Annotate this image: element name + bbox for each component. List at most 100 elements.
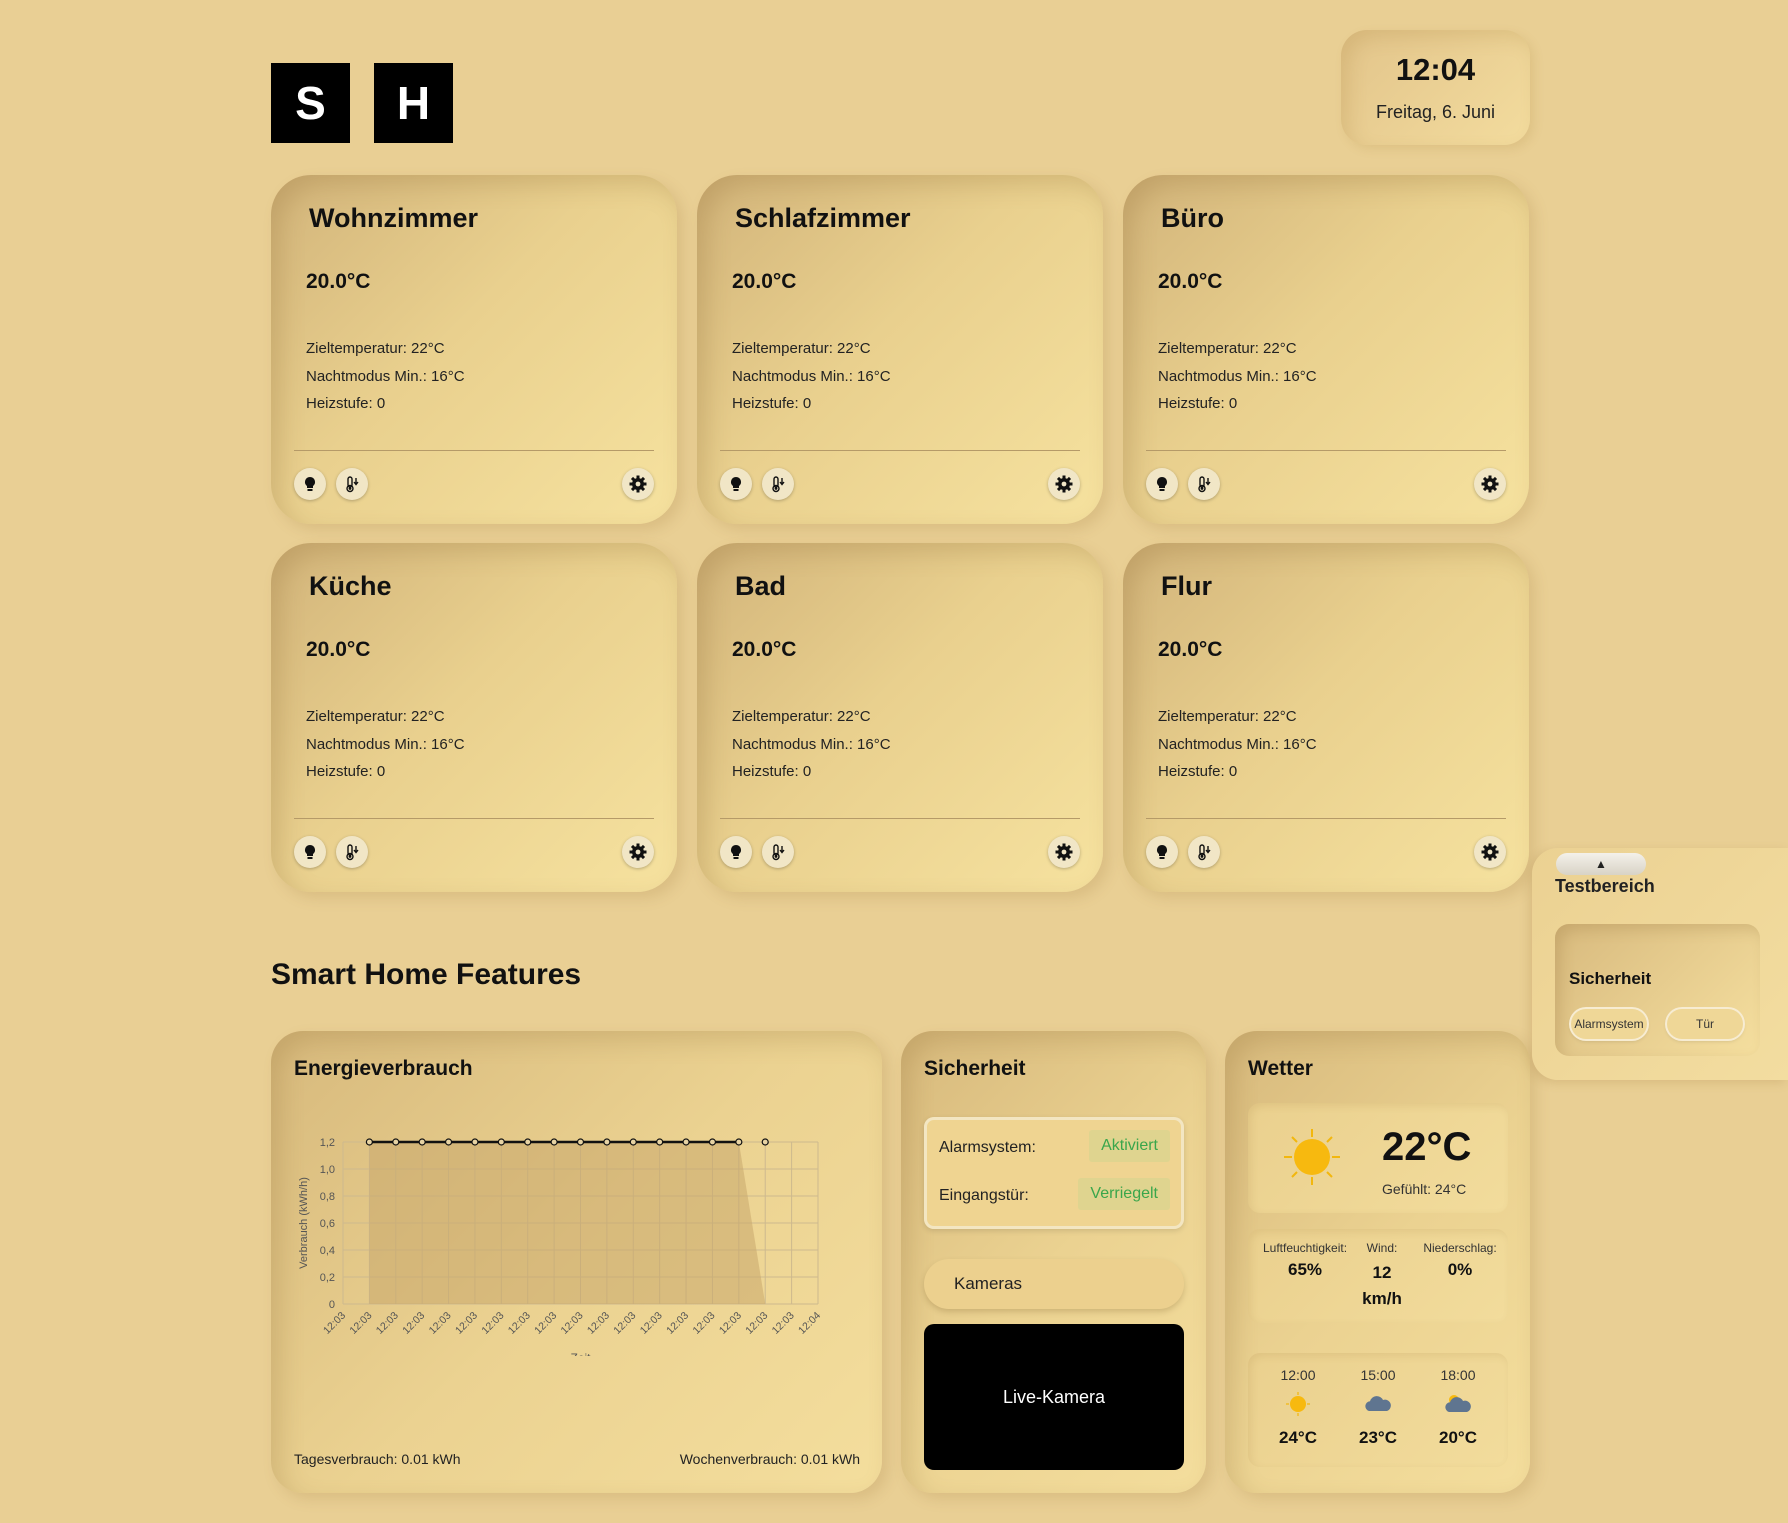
night-mode-button[interactable] — [1188, 468, 1220, 500]
y-tick-label: 0 — [329, 1299, 335, 1311]
room-night-min: Nachtmodus Min.: 16°C — [732, 735, 891, 753]
logo-h: H — [374, 63, 453, 143]
forecast-temp: 20°C — [1439, 1428, 1477, 1447]
room-settings-button[interactable] — [1474, 468, 1506, 500]
rain-block: Niederschlag: 0% — [1410, 1241, 1510, 1280]
security-title: Sicherheit — [924, 1057, 1026, 1080]
light-toggle-button[interactable] — [1146, 836, 1178, 868]
x-tick-label: 12:04 — [796, 1310, 823, 1337]
data-point — [576, 1138, 585, 1146]
x-tick-label: 12:03 — [664, 1310, 691, 1337]
humidity-label: Luftfeuchtigkeit: — [1262, 1241, 1348, 1255]
room-card-3: Büro 20.0°C Zieltemperatur: 22°C Nachtmo… — [1123, 175, 1529, 524]
room-info: Zieltemperatur: 22°C Nachtmodus Min.: 16… — [306, 335, 465, 418]
room-card-2: Schlafzimmer 20.0°C Zieltemperatur: 22°C… — [697, 175, 1103, 524]
security-status-box: Alarmsystem: Aktiviert Eingangstür: Verr… — [924, 1117, 1184, 1229]
test-panel-toggle[interactable]: ▲ — [1556, 853, 1646, 875]
weather-card: Wetter 22°C Gefühlt: 24°C Luftfeuchtigke… — [1225, 1031, 1530, 1493]
room-target-temp: Zieltemperatur: 22°C — [732, 340, 871, 357]
forecast-temp: 23°C — [1359, 1428, 1397, 1447]
rain-value: 0% — [1447, 1260, 1473, 1279]
light-toggle-button[interactable] — [720, 836, 752, 868]
room-divider — [720, 818, 1080, 819]
y-tick-label: 1,2 — [320, 1137, 335, 1149]
forecast-time: 15:00 — [1360, 1367, 1396, 1383]
room-card-6: Flur 20.0°C Zieltemperatur: 22°C Nachtmo… — [1123, 543, 1529, 892]
data-point — [550, 1138, 558, 1146]
light-toggle-button[interactable] — [1146, 468, 1178, 500]
cameras-button[interactable]: Kameras — [924, 1259, 1184, 1309]
x-tick-label: 12:03 — [374, 1310, 401, 1337]
room-heat-level: Heizstufe: 0 — [306, 763, 386, 780]
room-current-temp: 20.0°C — [306, 270, 371, 293]
room-night-min: Nachtmodus Min.: 16°C — [306, 735, 465, 753]
night-mode-button[interactable] — [336, 468, 368, 500]
wind-block: Wind: 12 km/h — [1356, 1241, 1408, 1312]
room-target-temp: Zieltemperatur: 22°C — [1158, 708, 1297, 725]
room-night-min: Nachtmodus Min.: 16°C — [732, 367, 891, 385]
weather-current: 22°C Gefühlt: 24°C — [1248, 1103, 1508, 1213]
gear-icon — [1481, 843, 1499, 861]
x-tick-label: 12:03 — [770, 1310, 797, 1337]
room-divider — [1146, 818, 1506, 819]
energy-chart: 00,20,40,60,81,01,212:03 12:03 12:03 12:03 1… — [298, 1137, 823, 1356]
room-divider — [1146, 450, 1506, 451]
light-toggle-button[interactable] — [294, 836, 326, 868]
forecast-time: 12:00 — [1280, 1367, 1316, 1383]
thermometer-down-icon — [346, 844, 359, 861]
bulb-icon — [305, 477, 315, 491]
x-tick-label: 12:03 — [453, 1310, 480, 1337]
night-mode-button[interactable] — [762, 836, 794, 868]
weather-forecast: 12:00 24°C 15:00 23°C 18:00 20°C — [1248, 1353, 1508, 1467]
room-current-temp: 20.0°C — [732, 638, 797, 661]
night-mode-button[interactable] — [336, 836, 368, 868]
room-settings-button[interactable] — [622, 836, 654, 868]
x-tick-label: 12:03 — [611, 1310, 638, 1337]
room-divider — [294, 450, 654, 451]
cloud-icon — [1365, 1396, 1391, 1411]
live-camera-view[interactable]: Live-Kamera — [924, 1324, 1184, 1470]
room-settings-button[interactable] — [622, 468, 654, 500]
room-name: Flur — [1161, 571, 1212, 601]
light-toggle-button[interactable] — [294, 468, 326, 500]
x-tick-label: 12:03 — [532, 1310, 559, 1337]
x-tick-label: 12:03 — [743, 1310, 770, 1337]
x-tick-label: 12:03 — [479, 1310, 506, 1337]
room-settings-button[interactable] — [1048, 468, 1080, 500]
test-security-title: Sicherheit — [1569, 969, 1652, 988]
wind-label: Wind: — [1366, 1241, 1398, 1255]
logo-s: S — [271, 63, 350, 143]
humidity-value: 65% — [1287, 1260, 1323, 1279]
thermometer-down-icon — [772, 476, 785, 493]
room-name: Küche — [309, 571, 392, 601]
night-mode-button[interactable] — [762, 468, 794, 500]
x-axis-label: Zeit — [570, 1351, 591, 1356]
data-point — [497, 1138, 505, 1146]
night-mode-button[interactable] — [1188, 836, 1220, 868]
weather-feels: Gefühlt: 24°C — [1382, 1181, 1467, 1197]
light-toggle-button[interactable] — [720, 468, 752, 500]
wind-value: 12 km/h — [1362, 1263, 1402, 1308]
clock-date: Freitag, 6. Juni — [1375, 102, 1496, 122]
clock-widget: 12:04 Freitag, 6. Juni — [1341, 30, 1530, 145]
door-status-badge: Verriegelt — [1078, 1178, 1170, 1210]
data-point — [656, 1138, 664, 1146]
bulb-icon — [731, 845, 741, 859]
room-current-temp: 20.0°C — [306, 638, 371, 661]
room-current-temp: 20.0°C — [1158, 270, 1223, 293]
test-door-button[interactable]: Tür — [1667, 1009, 1743, 1039]
thermometer-down-icon — [346, 476, 359, 493]
bulb-icon — [1157, 845, 1167, 859]
data-point — [629, 1138, 637, 1146]
data-point — [682, 1138, 690, 1146]
room-settings-button[interactable] — [1474, 836, 1506, 868]
test-alarm-button[interactable]: Alarmsystem — [1571, 1009, 1647, 1039]
gear-icon — [1055, 475, 1073, 493]
room-settings-button[interactable] — [1048, 836, 1080, 868]
data-point — [524, 1138, 532, 1146]
x-tick-label: 12:03 — [427, 1310, 454, 1337]
room-divider — [720, 450, 1080, 451]
weather-title: Wetter — [1248, 1057, 1313, 1080]
y-axis-label: Verbrauch (kWh/h) — [298, 1177, 310, 1269]
room-heat-level: Heizstufe: 0 — [306, 395, 386, 412]
